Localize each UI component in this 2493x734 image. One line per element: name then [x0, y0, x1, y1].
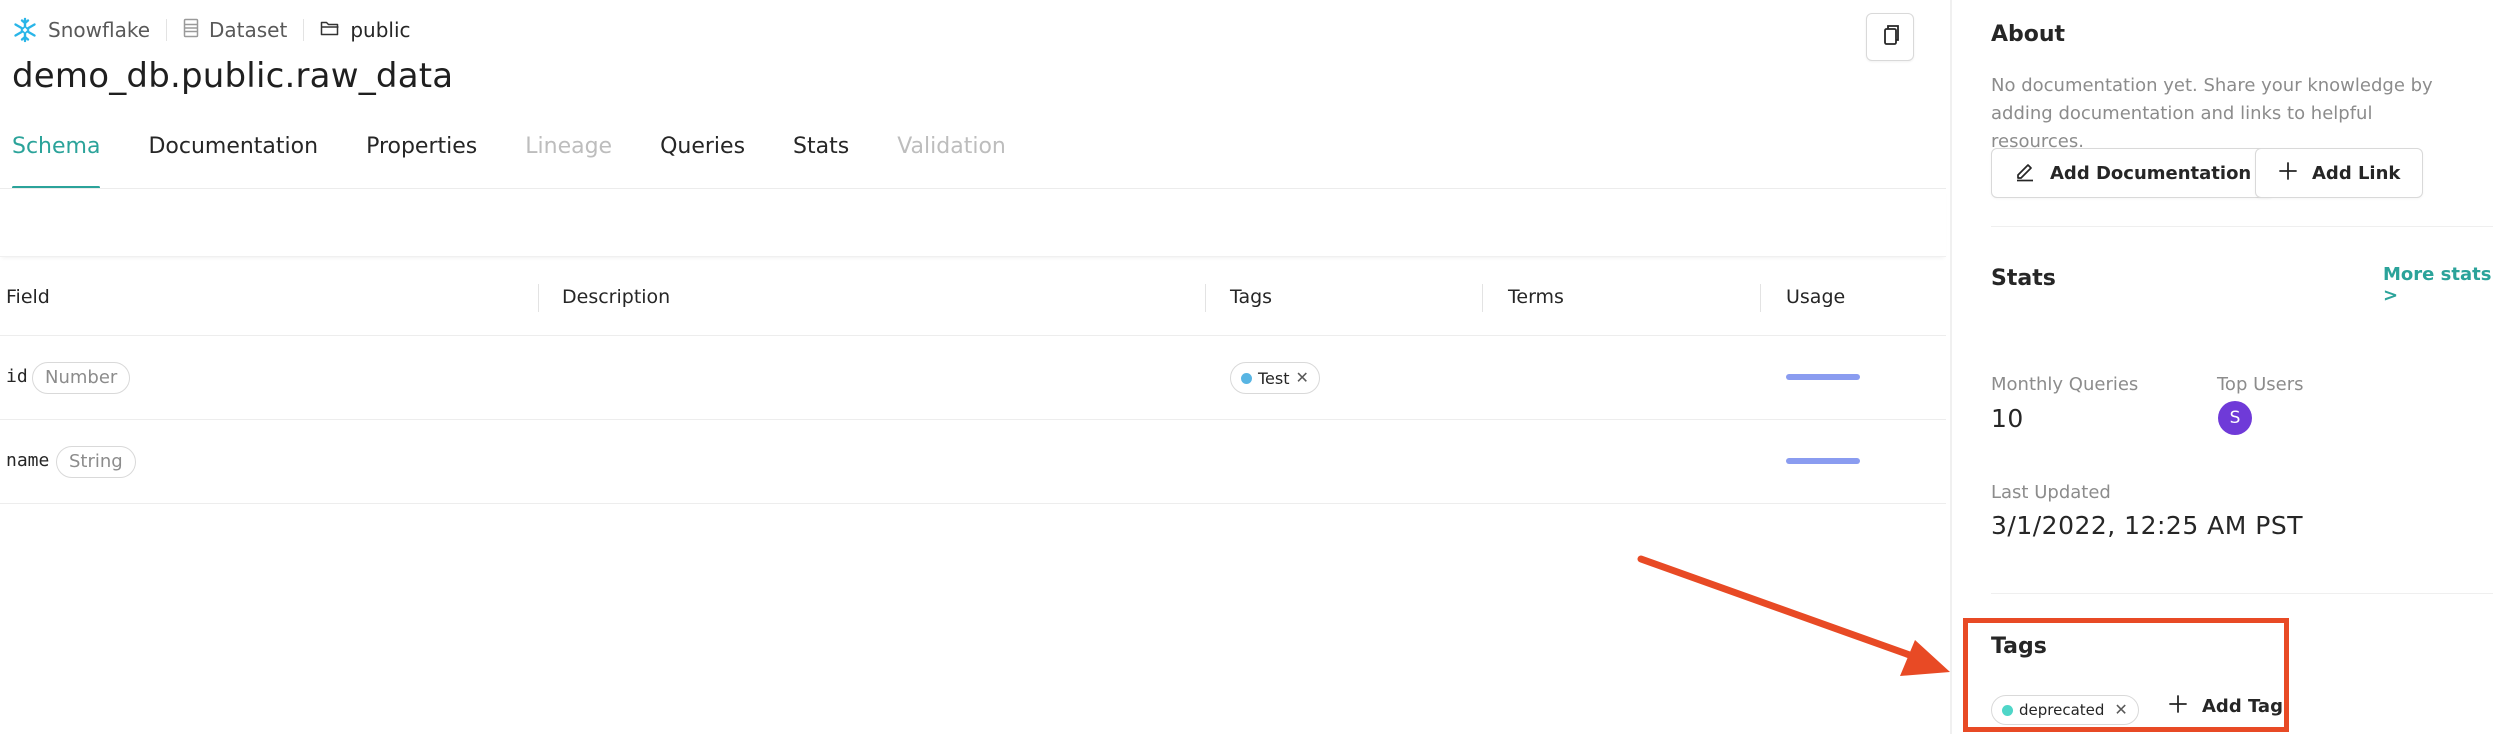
column-header-terms[interactable]: Terms: [1508, 264, 1564, 336]
table-row[interactable]: name String: [0, 420, 1946, 504]
monthly-queries-label: Monthly Queries: [1991, 374, 2139, 395]
top-users-label: Top Users: [2217, 374, 2304, 395]
tab-properties[interactable]: Properties: [366, 130, 477, 189]
tab-validation: Validation: [897, 134, 1006, 159]
column-header-field[interactable]: Field: [6, 264, 50, 336]
entity-tabs: Schema Documentation Properties Lineage …: [12, 130, 1054, 189]
add-link-label: Add Link: [2312, 162, 2401, 184]
breadcrumb-entity-type-label: Dataset: [209, 18, 288, 42]
section-divider: [1991, 226, 2493, 227]
tag-color-dot: [1241, 372, 1252, 384]
add-documentation-label: Add Documentation: [2050, 162, 2252, 184]
tab-schema[interactable]: Schema: [12, 130, 101, 189]
snowflake-icon: [12, 17, 38, 43]
breadcrumb-container[interactable]: public: [320, 18, 411, 42]
plus-icon: [2278, 161, 2298, 186]
add-documentation-button[interactable]: Add Documentation: [1991, 148, 2275, 198]
column-header-tags[interactable]: Tags: [1230, 264, 1272, 336]
column-divider: [538, 284, 539, 312]
breadcrumb-platform-label: Snowflake: [48, 18, 150, 42]
add-link-button[interactable]: Add Link: [2255, 148, 2424, 198]
tag-pill[interactable]: Test ✕: [1230, 362, 1320, 394]
breadcrumb-platform[interactable]: Snowflake: [12, 17, 150, 43]
annotation-highlight-box: [1963, 618, 2289, 732]
monthly-queries-value: 10: [1991, 404, 2024, 433]
usage-bar: [1786, 374, 1860, 380]
section-divider: [1991, 593, 2493, 594]
field-type-pill: String: [56, 446, 136, 478]
more-stats-link[interactable]: More stats >: [2383, 264, 2493, 306]
column-divider: [1205, 284, 1206, 312]
copy-icon: [1879, 23, 1901, 51]
main-content: Snowflake Dataset public demo_db.public.…: [0, 0, 1950, 734]
column-divider: [1760, 284, 1761, 312]
usage-bar: [1786, 458, 1860, 464]
breadcrumb-divider: [166, 19, 167, 41]
dataset-icon: [183, 18, 199, 43]
tab-documentation[interactable]: Documentation: [148, 130, 318, 189]
table-row[interactable]: id Number Test ✕: [0, 336, 1946, 420]
last-updated-value: 3/1/2022, 12:25 AM PST: [1991, 511, 2304, 540]
breadcrumb: Snowflake Dataset public: [12, 14, 411, 46]
schema-table: Field Description Tags Terms Usage id Nu…: [0, 264, 1946, 504]
page-title: demo_db.public.raw_data: [12, 56, 454, 96]
breadcrumb-divider: [303, 19, 305, 41]
column-divider: [1482, 284, 1483, 312]
field-name: id: [6, 366, 28, 387]
field-name: name: [6, 450, 50, 471]
table-header: Field Description Tags Terms Usage: [0, 264, 1946, 336]
column-header-usage[interactable]: Usage: [1786, 264, 1845, 336]
schema-toolbar: [0, 189, 1946, 257]
copy-urn-button[interactable]: [1866, 13, 1914, 61]
about-empty-text: No documentation yet. Share your knowled…: [1991, 75, 2433, 152]
stats-title: Stats: [1991, 266, 2056, 291]
breadcrumb-container-label: public: [350, 18, 411, 42]
tag-label: Test: [1258, 368, 1290, 388]
tab-stats[interactable]: Stats: [793, 130, 849, 189]
breadcrumb-entity-type: Dataset: [183, 18, 287, 43]
close-icon[interactable]: ✕: [1296, 370, 1309, 386]
last-updated-label: Last Updated: [1991, 482, 2111, 503]
tab-queries[interactable]: Queries: [660, 130, 745, 189]
about-title: About: [1991, 22, 2066, 47]
folder-icon: [320, 18, 340, 42]
edit-icon: [2014, 160, 2036, 187]
field-type-pill: Number: [32, 362, 131, 394]
tab-lineage: Lineage: [525, 134, 613, 159]
column-header-description[interactable]: Description: [562, 264, 670, 336]
avatar[interactable]: S: [2218, 401, 2252, 435]
